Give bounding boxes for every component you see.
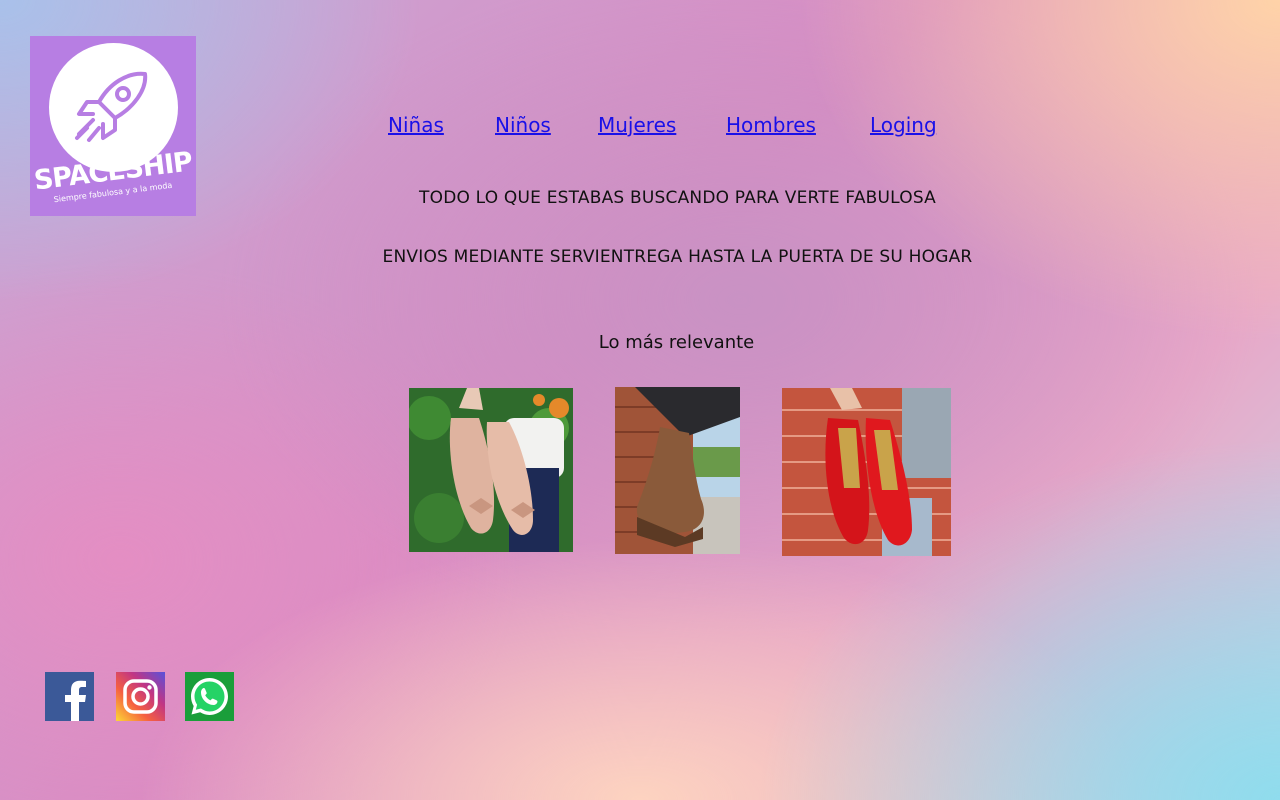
instagram-icon[interactable] bbox=[116, 672, 165, 721]
product-image-nude-flats[interactable] bbox=[409, 388, 573, 552]
banner-headline: TODO LO QUE ESTABAS BUSCANDO PARA VERTE … bbox=[419, 188, 936, 208]
nav-link-ninas[interactable]: Niñas bbox=[388, 113, 444, 137]
nav-link-hombres[interactable]: Hombres bbox=[726, 113, 816, 137]
facebook-icon[interactable] bbox=[45, 672, 94, 721]
product-image-red-flats[interactable] bbox=[782, 388, 951, 556]
nav-link-mujeres[interactable]: Mujeres bbox=[598, 113, 676, 137]
nav-link-login[interactable]: Loging bbox=[870, 113, 937, 137]
rocket-icon bbox=[75, 71, 148, 142]
nav-link-ninos[interactable]: Niños bbox=[495, 113, 551, 137]
product-image-brown-boot[interactable] bbox=[615, 387, 740, 554]
whatsapp-icon[interactable] bbox=[185, 672, 234, 721]
banner-shipping-note: ENVIOS MEDIANTE SERVIENTREGA HASTA LA PU… bbox=[382, 247, 973, 267]
featured-title: Lo más relevante bbox=[598, 332, 755, 353]
